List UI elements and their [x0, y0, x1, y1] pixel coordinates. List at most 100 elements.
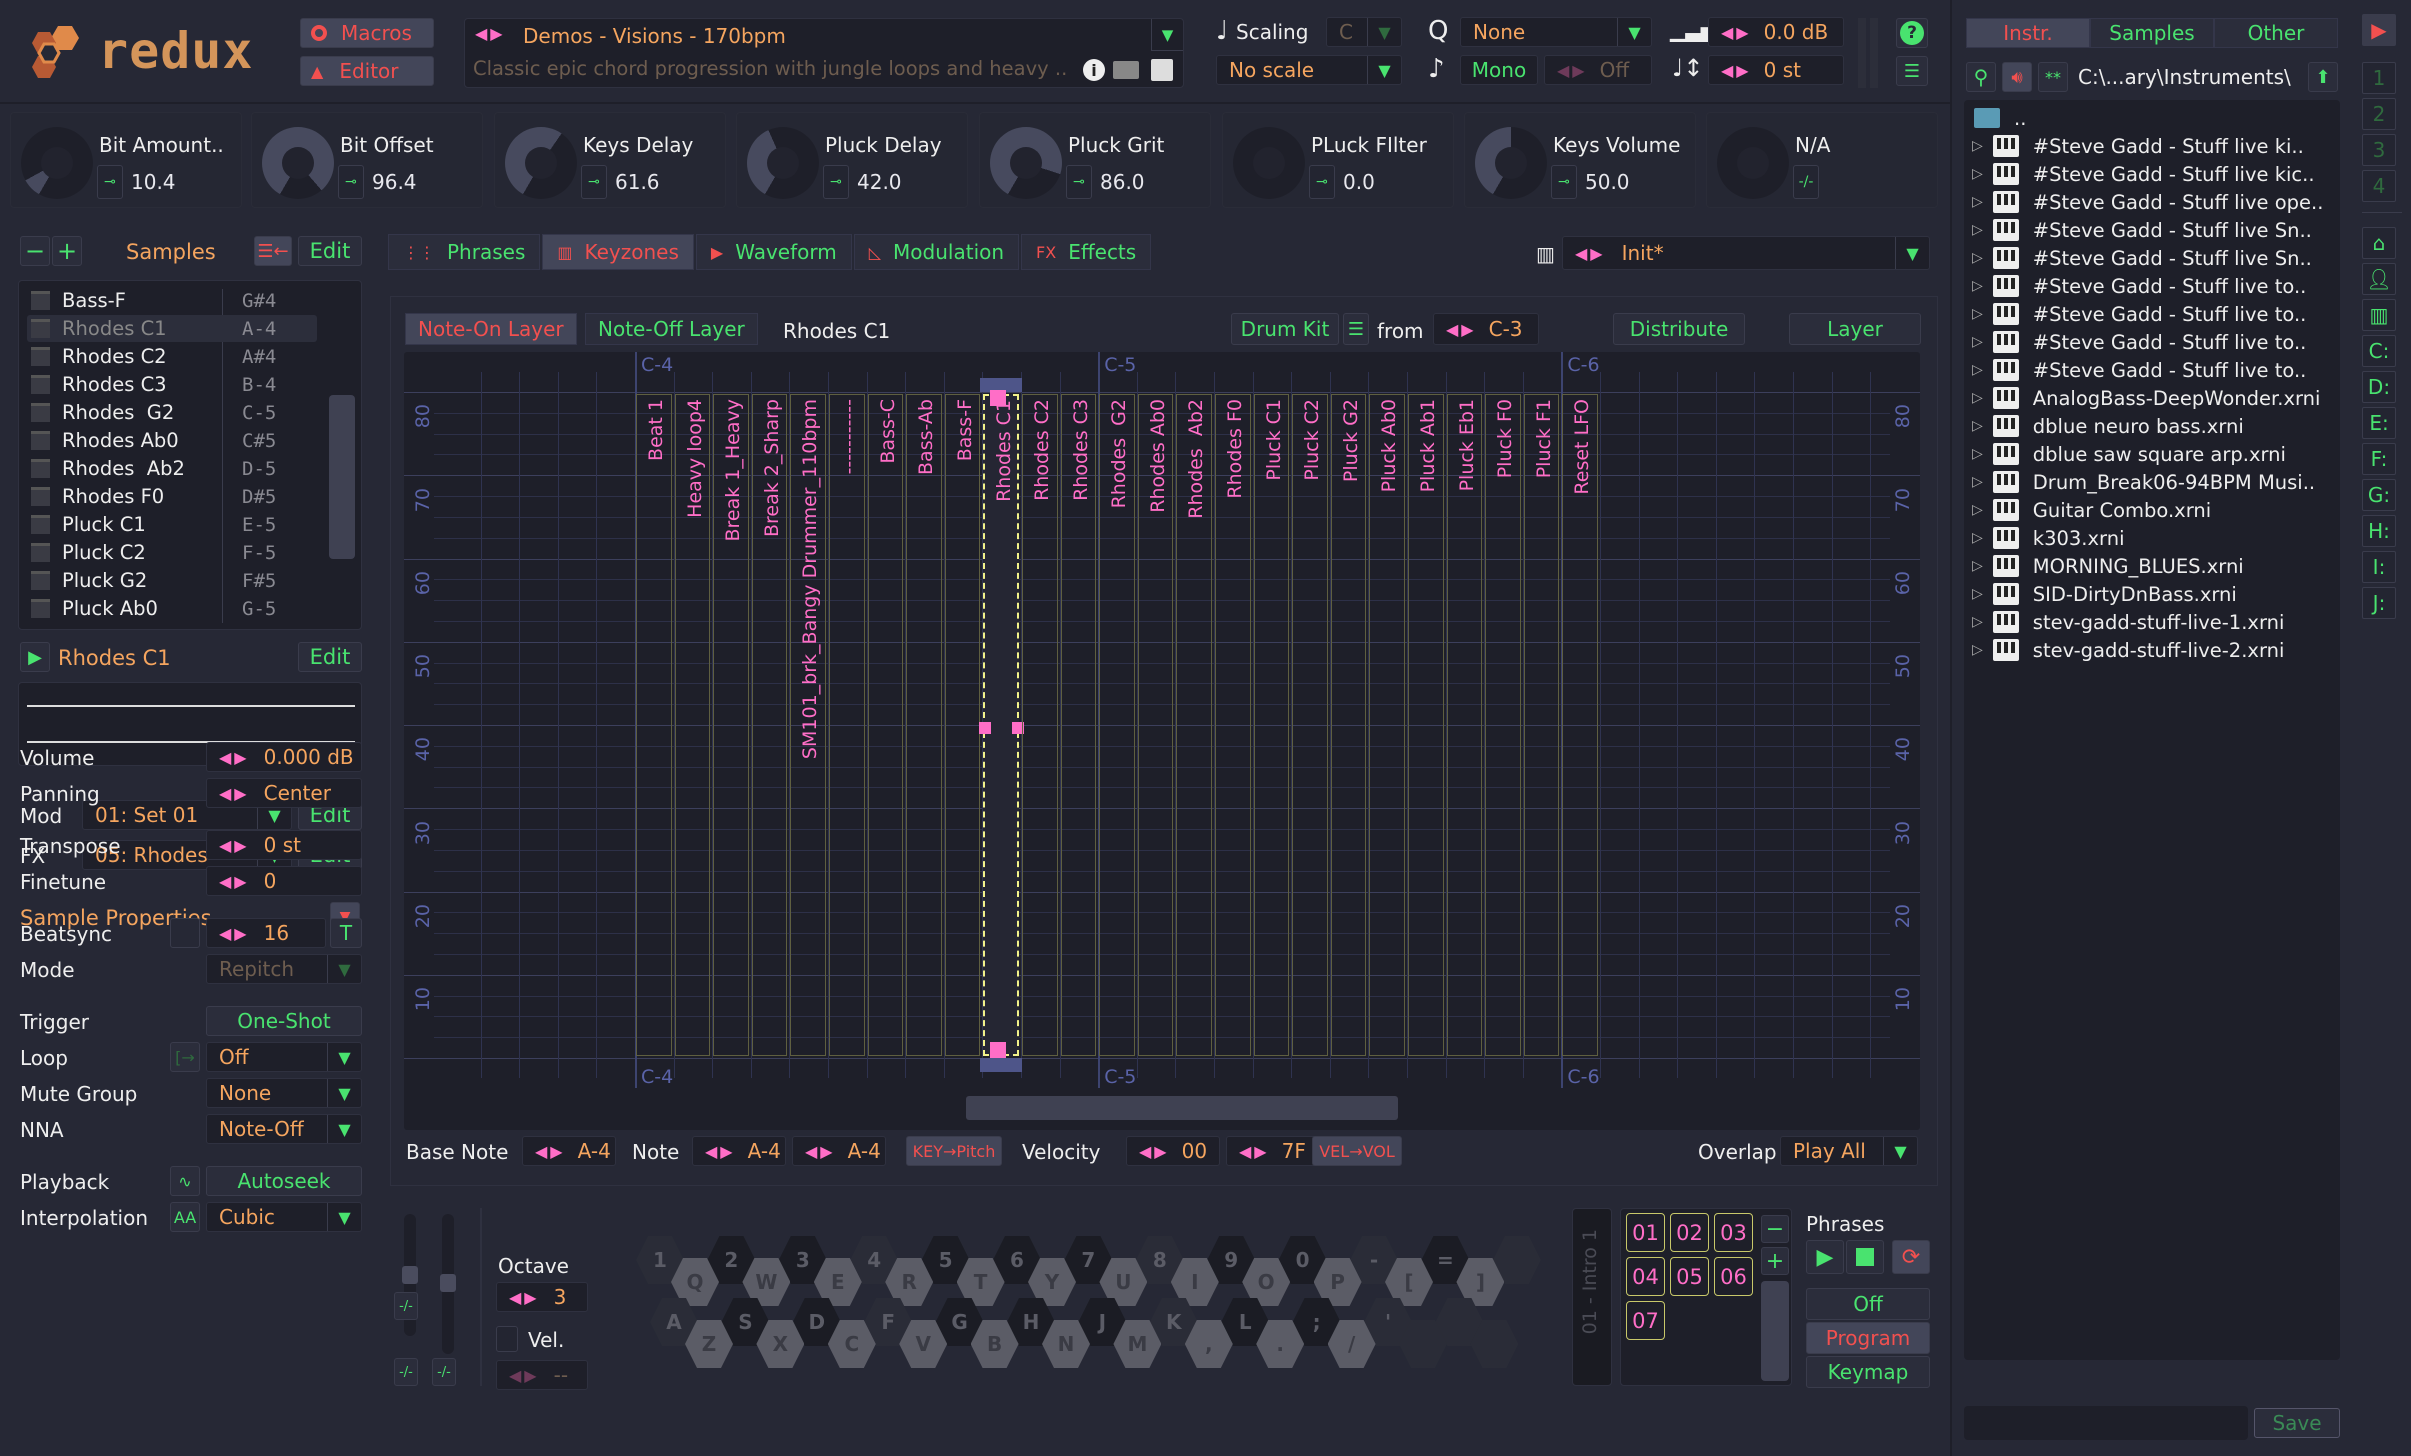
file-list-item[interactable]: ▷ Drum_Break06-94BPM Musi..: [1964, 468, 2340, 496]
sample-list-scrollbar[interactable]: [329, 395, 355, 559]
drive-f-button[interactable]: F:: [2362, 443, 2396, 475]
expand-triangle-icon[interactable]: ▷: [1972, 166, 1983, 182]
keyzone[interactable]: Pluck C2: [1292, 394, 1328, 1056]
browser-tab-samples[interactable]: Samples: [2090, 18, 2214, 48]
note-low-value[interactable]: ◀▶ A-4: [692, 1136, 786, 1166]
overlap-select[interactable]: Play All ▼: [1780, 1136, 1918, 1166]
macro-knob[interactable]: [262, 127, 334, 199]
keyzone[interactable]: Pluck F0: [1485, 394, 1521, 1056]
search-button[interactable]: ⚲: [1966, 62, 1996, 92]
preset-name[interactable]: Demos - Visions - 170bpm: [523, 24, 786, 48]
mode-select[interactable]: Repitch ▼: [206, 954, 362, 984]
sample-list-item[interactable]: Pluck Ab0 G-5: [27, 595, 317, 622]
sample-checkbox-icon[interactable]: [31, 515, 50, 534]
macro-value[interactable]: 0.0: [1343, 170, 1375, 194]
expand-triangle-icon[interactable]: ▷: [1972, 474, 1983, 490]
nna-select[interactable]: Note-Off ▼: [206, 1114, 362, 1144]
sample-checkbox-icon[interactable]: [31, 347, 50, 366]
samples-edit-button[interactable]: Edit: [298, 236, 362, 266]
drive-h-button[interactable]: H:: [2362, 515, 2396, 547]
beatsync-value[interactable]: ◀▶ 16: [206, 918, 326, 948]
keyzone[interactable]: Bass-C: [867, 394, 904, 1056]
file-list-item[interactable]: ▷ dblue saw square arp.xrni: [1964, 440, 2340, 468]
interpolation-select[interactable]: Cubic ▼: [206, 1202, 362, 1232]
macro-mapping-icon[interactable]: ⊸: [1309, 165, 1335, 199]
value-arrows-icon[interactable]: ◀▶: [219, 872, 250, 891]
velocity-checkbox[interactable]: [496, 1326, 518, 1352]
macro-value[interactable]: 10.4: [131, 170, 176, 194]
phrase-slots-scrollbar[interactable]: [1761, 1281, 1789, 1381]
phrase-slot[interactable]: 01: [1626, 1213, 1665, 1252]
expand-triangle-icon[interactable]: ▷: [1972, 642, 1983, 658]
tab-keyzones[interactable]: ▥ Keyzones: [542, 234, 694, 270]
phrase-ruler[interactable]: 01 - Intro 1: [1572, 1208, 1612, 1386]
beatsync-checkbox[interactable]: [170, 918, 200, 948]
editor-button[interactable]: ▲ Editor: [300, 56, 434, 86]
quantize-select[interactable]: None ▼: [1460, 17, 1652, 47]
browser-tab-other[interactable]: Other: [2214, 18, 2338, 48]
browser-tab-instr[interactable]: Instr.: [1966, 18, 2090, 48]
sample-list-item[interactable]: Rhodes Ab0 C#5: [27, 427, 317, 454]
file-list-item[interactable]: ▷ #Steve Gadd - Stuff live kic..: [1964, 160, 2340, 188]
file-list-item[interactable]: ▷ k303.xrni: [1964, 524, 2340, 552]
expand-triangle-icon[interactable]: ▷: [1972, 138, 1983, 154]
keyzone[interactable]: Heavy loop4: [674, 394, 711, 1056]
file-list-item[interactable]: ▷ #Steve Gadd - Stuff live ki..: [1964, 132, 2340, 160]
drum-kit-from-note[interactable]: ◀▶ C-3: [1433, 313, 1539, 345]
sample-list-item[interactable]: Pluck C1 E-5: [27, 511, 317, 538]
layer-button[interactable]: Layer: [1789, 313, 1921, 345]
distribute-button[interactable]: Distribute: [1613, 313, 1745, 345]
drive-i-button[interactable]: I:: [2362, 551, 2396, 583]
macro-mapping-icon[interactable]: ⊸: [97, 165, 123, 199]
loop-release-icon[interactable]: [→: [170, 1042, 200, 1072]
value-arrows-icon[interactable]: ◀▶: [219, 748, 250, 767]
browser-toggle-button[interactable]: ▶: [2362, 14, 2396, 46]
velocity-high-value[interactable]: ◀▶ 7F: [1226, 1136, 1320, 1166]
macro-value[interactable]: 86.0: [1100, 170, 1145, 194]
macro-knob[interactable]: [505, 127, 577, 199]
instrument-volume[interactable]: ◀▶ 0.0 dB: [1708, 17, 1844, 47]
modwheel-slider[interactable]: [440, 1214, 456, 1354]
macro-knob[interactable]: [21, 127, 93, 199]
keyzone[interactable]: Pluck G2: [1330, 394, 1367, 1056]
play-sample-button[interactable]: ▶: [20, 642, 50, 672]
macro-knob[interactable]: [1233, 127, 1305, 199]
drive-c-button[interactable]: C:: [2362, 335, 2396, 367]
sample-list-item[interactable]: Rhodes C3 B-4: [27, 371, 317, 398]
phrase-loop-button[interactable]: ⟳: [1892, 1240, 1930, 1274]
save-button[interactable]: Save: [2254, 1408, 2340, 1438]
finetune-value[interactable]: ◀▶ 0: [206, 866, 362, 896]
keyzone[interactable]: Beat 1: [636, 394, 672, 1056]
sample-list-item[interactable]: Rhodes C1 A-4: [27, 315, 317, 342]
expand-triangle-icon[interactable]: ▷: [1972, 390, 1983, 406]
keyzone-scrollbar[interactable]: [966, 1096, 1398, 1120]
base-note-value[interactable]: ◀▶ A-4: [522, 1136, 616, 1166]
expand-triangle-icon[interactable]: ▷: [1972, 334, 1983, 350]
sample-list-item[interactable]: Rhodes Ab2 D-5: [27, 455, 317, 482]
phrase-slot[interactable]: 05: [1670, 1257, 1709, 1296]
file-list-item[interactable]: ▷ #Steve Gadd - Stuff live to..: [1964, 328, 2340, 356]
playback-button[interactable]: Autoseek: [206, 1166, 362, 1196]
phrase-slot[interactable]: 07: [1626, 1301, 1665, 1340]
note-high-value[interactable]: ◀▶ A-4: [792, 1136, 886, 1166]
file-list-item[interactable]: ▷ MORNING_BLUES.xrni: [1964, 552, 2340, 580]
expand-triangle-icon[interactable]: ▷: [1972, 530, 1983, 546]
keyzone[interactable]: SM101_brk_Bangy Drummer_110bpm: [790, 394, 826, 1056]
keyzone[interactable]: Reset LFO: [1562, 394, 1598, 1056]
playback-mode-icon[interactable]: ∿: [170, 1166, 200, 1196]
user-button[interactable]: 👤︎: [2362, 263, 2396, 295]
transpose-value[interactable]: ◀▶ 0 st: [206, 830, 362, 860]
expand-triangle-icon[interactable]: ▷: [1972, 250, 1983, 266]
drive-g-button[interactable]: G:: [2362, 479, 2396, 511]
file-list-item[interactable]: ▷ #Steve Gadd - Stuff live Sn..: [1964, 244, 2340, 272]
expand-triangle-icon[interactable]: ▷: [1972, 306, 1983, 322]
keyzone-handle-top[interactable]: [990, 390, 1007, 406]
keyzone[interactable]: Rhodes C2: [1022, 394, 1058, 1056]
mute-group-select[interactable]: None ▼: [206, 1078, 362, 1108]
file-list-item[interactable]: ▷ AnalogBass-DeepWonder.xrni: [1964, 384, 2340, 412]
expand-triangle-icon[interactable]: ▷: [1972, 278, 1983, 294]
macro-mapping-icon[interactable]: -/-: [1793, 165, 1819, 199]
macros-button[interactable]: Macros: [300, 18, 434, 48]
filter-button[interactable]: **: [2038, 62, 2068, 92]
velocity-low-value[interactable]: ◀▶ 00: [1126, 1136, 1220, 1166]
